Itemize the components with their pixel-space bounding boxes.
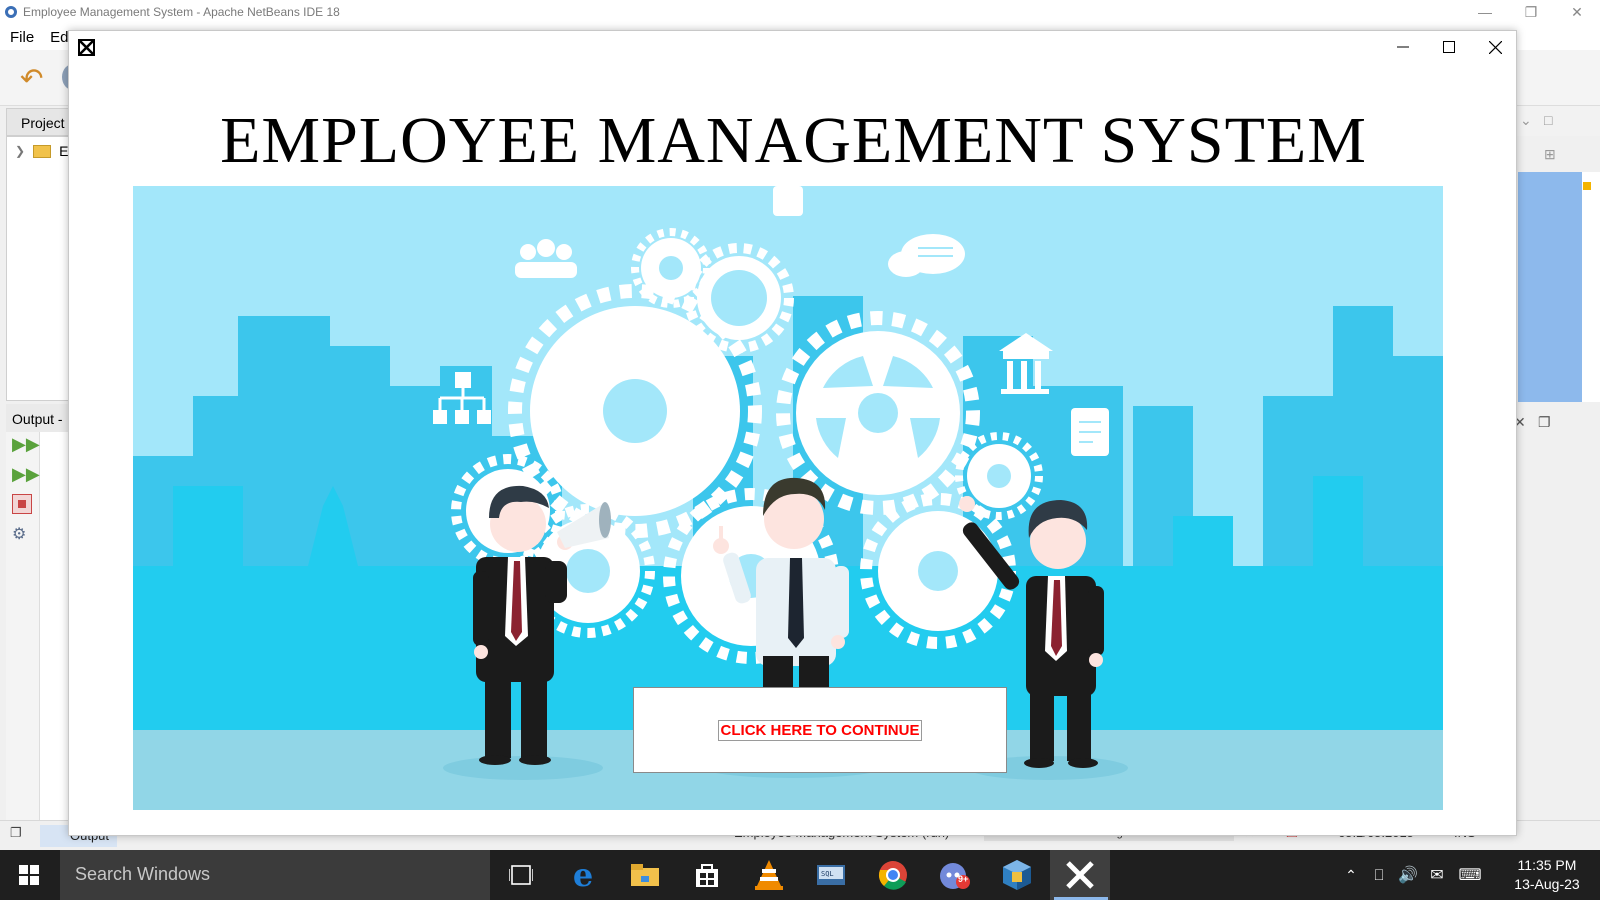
clock-date: 13-Aug-23	[1514, 876, 1580, 892]
ide-title-bar: Employee Management System - Apache NetB…	[0, 0, 1600, 24]
notification-badge: 9+	[958, 874, 969, 884]
taskbar: Search Windows e SQL 9+ ⌃ ⎕ 🔊 ✉ ⌨ 11:35 …	[0, 850, 1600, 900]
navigator-panel	[1518, 172, 1582, 402]
netbeans-icon	[5, 6, 17, 18]
chevron-right-icon[interactable]: ❯	[15, 144, 25, 158]
menu-edit[interactable]: Ed	[50, 29, 68, 46]
menu-file[interactable]: File	[10, 29, 34, 46]
chevron-up-icon[interactable]: ⌃	[1338, 867, 1364, 884]
project-tree-label: E	[59, 143, 69, 159]
message-icon[interactable]: ✉	[1422, 865, 1452, 885]
chrome-icon[interactable]	[876, 858, 910, 892]
system-tray: ⌃ ⎕ 🔊 ✉ ⌨	[1338, 850, 1488, 900]
warning-marker[interactable]	[1583, 182, 1591, 190]
vlc-icon[interactable]	[752, 858, 786, 892]
volume-icon[interactable]: 🔊	[1394, 865, 1422, 885]
task-view-icon[interactable]	[504, 858, 538, 892]
java-app-icon	[78, 39, 95, 56]
keyboard-icon[interactable]: ⌨	[1452, 865, 1488, 885]
grid-icon[interactable]: ⊞	[1544, 146, 1556, 163]
maximize-panel-icon[interactable]: □	[1544, 112, 1552, 128]
clock-time: 11:35 PM	[1517, 857, 1577, 873]
sql-icon[interactable]: SQL	[814, 858, 848, 892]
windows-logo-icon	[19, 865, 39, 885]
restore-icon[interactable]: ❐	[1538, 414, 1551, 431]
close-button[interactable]	[1472, 35, 1518, 59]
windows-start-button[interactable]	[0, 850, 58, 900]
ide-minimize-button[interactable]: —	[1462, 0, 1508, 24]
continue-panel: CLICK HERE TO CONTINUE	[633, 687, 1007, 773]
folder-icon	[33, 144, 52, 158]
chevron-down-icon[interactable]: ⌄	[1520, 112, 1532, 129]
hero-illustration: CLICK HERE TO CONTINUE	[133, 186, 1443, 810]
continue-button[interactable]: CLICK HERE TO CONTINUE	[717, 719, 923, 741]
maximize-button[interactable]	[1426, 35, 1472, 59]
file-explorer-icon[interactable]	[628, 858, 662, 892]
rerun-with-args-icon[interactable]: ▶▶	[12, 464, 40, 484]
java-app-icon	[1066, 861, 1094, 889]
taskbar-search-input[interactable]: Search Windows	[60, 850, 490, 900]
discord-icon[interactable]: 9+	[938, 858, 972, 892]
settings-icon[interactable]: ⚙	[12, 524, 32, 544]
edge-icon[interactable]: e	[566, 856, 600, 894]
taskbar-clock[interactable]: 11:35 PM 13-Aug-23	[1508, 856, 1586, 894]
page-title: EMPLOYEE MANAGEMENT SYSTEM	[220, 104, 1367, 177]
java-app-taskbar-button[interactable]	[1050, 850, 1110, 900]
rerun-icon[interactable]: ▶▶	[12, 434, 40, 454]
app-window: EMPLOYEE MANAGEMENT SYSTEM CLICK HERE TO…	[68, 30, 1517, 836]
restore-window-icon[interactable]: ❐	[10, 825, 22, 841]
ide-close-button[interactable]: ✕	[1554, 0, 1600, 24]
minimize-button[interactable]	[1380, 35, 1426, 59]
virtualbox-icon[interactable]	[1000, 858, 1034, 892]
ide-window-title: Employee Management System - Apache NetB…	[23, 5, 340, 19]
stop-icon[interactable]	[12, 494, 32, 514]
project-tree-item[interactable]: ❯ E	[15, 143, 68, 159]
undo-icon[interactable]: ↶	[20, 62, 43, 95]
store-icon[interactable]	[690, 858, 724, 892]
svg-text:SQL: SQL	[821, 870, 834, 878]
ide-restore-button[interactable]: ❐	[1508, 0, 1554, 24]
editor-scrollbar[interactable]	[1582, 172, 1600, 402]
network-icon[interactable]: ⎕	[1364, 867, 1394, 884]
output-side-toolbar: ▶▶ ▶▶ ⚙	[6, 432, 40, 820]
